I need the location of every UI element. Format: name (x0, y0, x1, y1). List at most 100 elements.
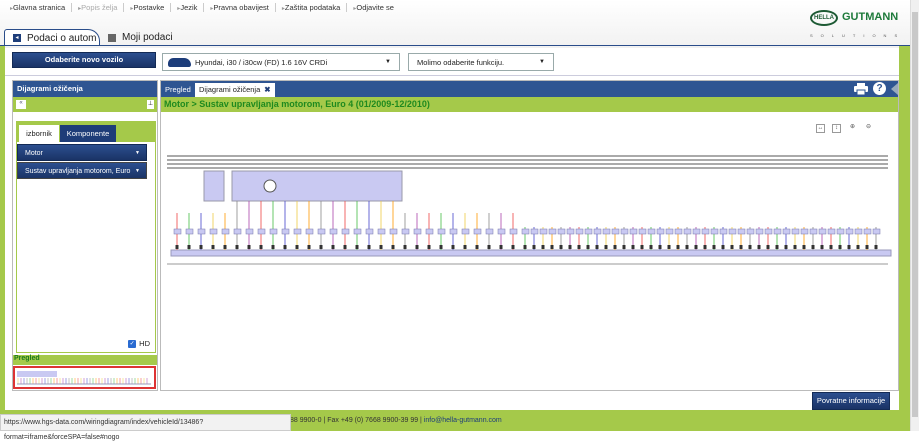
pin (559, 245, 563, 249)
nav-home[interactable]: Glavna stranica (4, 3, 71, 12)
menu-motor[interactable]: Motor ▼ (17, 144, 147, 161)
main-tabs: Pregled Dijagrami ožičenja ✖ ? (161, 81, 898, 97)
tab-my-data[interactable]: Moji podaci (100, 29, 173, 46)
connector (683, 228, 692, 235)
pin (784, 245, 788, 249)
pin (271, 245, 275, 249)
zoom-in-icon[interactable]: ⊕ (848, 124, 857, 133)
pin (499, 245, 503, 249)
connector (389, 228, 398, 235)
connector (854, 228, 863, 235)
pin (793, 245, 797, 249)
connector (575, 228, 584, 235)
pin (487, 245, 491, 249)
pin (511, 245, 515, 249)
pin (175, 245, 179, 249)
email-link[interactable]: info@hella-gutmann.com (424, 417, 502, 424)
checkbox-checked-icon: ✓ (128, 339, 137, 348)
connector (863, 228, 872, 235)
connector (620, 228, 629, 235)
print-icon[interactable] (854, 83, 868, 95)
divider (0, 45, 910, 46)
preview-thumbnail[interactable] (13, 366, 156, 389)
collapse-arrow-icon[interactable] (891, 83, 898, 95)
pin (550, 245, 554, 249)
tab-vehicle-data[interactable]: ◂ Podaci o automobilu (4, 29, 100, 46)
pin (676, 245, 680, 249)
connector (461, 228, 470, 235)
pin (235, 245, 239, 249)
zoom-out-icon[interactable]: ⊖ (864, 124, 873, 133)
tab-wiring-diagrams[interactable]: Dijagrami ožičenja ✖ (195, 83, 275, 97)
status-bar-url: https://www.hgs-data.com/wiringdiagram/i… (0, 414, 291, 441)
pin (685, 245, 689, 249)
tab-components[interactable]: Komponente (60, 125, 116, 142)
connector (548, 228, 557, 235)
select-new-vehicle-button[interactable]: Odaberite novo vozilo (12, 52, 156, 68)
wiring-diagram[interactable] (163, 141, 898, 341)
scrollbar[interactable] (910, 0, 919, 431)
pin (595, 245, 599, 249)
nav-settings[interactable]: Postavke (123, 3, 170, 12)
vehicle-select[interactable]: Hyundai, i30 / i30cw (FD) 1.6 16V CRDi ▼ (162, 53, 400, 71)
connector (584, 228, 593, 235)
menu-engine-management[interactable]: Sustav upravljanja motorom, Euro ▼ (17, 162, 147, 179)
pin (847, 245, 851, 249)
connector (629, 228, 638, 235)
pin (568, 245, 572, 249)
main-panel: Pregled Dijagrami ožičenja ✖ ? Motor > Su… (160, 80, 899, 391)
connector (197, 228, 206, 235)
feedback-button[interactable]: Povratne informacije (812, 392, 890, 410)
nav-privacy[interactable]: Zaštita podataka (274, 3, 346, 12)
connector (737, 228, 746, 235)
car-icon (168, 58, 191, 67)
connector (611, 228, 620, 235)
fit-height-icon[interactable]: ↕ (832, 124, 841, 133)
help-icon[interactable]: ? (873, 82, 886, 95)
close-icon[interactable]: ✖ (264, 85, 270, 94)
pin (199, 245, 203, 249)
connector (437, 228, 446, 235)
connector (269, 228, 278, 235)
connector (809, 228, 818, 235)
tab-overview[interactable]: Pregled (161, 83, 195, 97)
pin (439, 245, 443, 249)
footer-contact: 88 9900-0 | Fax +49 (0) 7668 9900-39 99 … (290, 417, 502, 424)
engine-control-unit (231, 170, 403, 202)
preview-diagram (17, 371, 151, 385)
breadcrumb: Motor > Sustav upravljanja motorom, Euro… (161, 97, 898, 112)
left-toolbar: « ⊥ (13, 97, 157, 112)
pin (379, 245, 383, 249)
connector (773, 228, 782, 235)
hd-checkbox[interactable]: ✓ HD (128, 339, 150, 348)
connector (473, 228, 482, 235)
pin-icon[interactable]: ⊥ (147, 100, 154, 109)
connector (365, 228, 374, 235)
nav-logout[interactable]: Odjavite se (346, 3, 400, 12)
nav-legal[interactable]: Pravna obavijest (203, 3, 274, 12)
tab-label: Moji podaci (122, 32, 173, 43)
pin (295, 245, 299, 249)
fit-width-icon[interactable]: ↔ (816, 124, 825, 133)
tab-menu[interactable]: izbornik (19, 125, 59, 142)
connector (566, 228, 575, 235)
pin (658, 245, 662, 249)
pin (748, 245, 752, 249)
connector (593, 228, 602, 235)
collapse-button[interactable]: « (16, 100, 26, 109)
pin (604, 245, 608, 249)
function-select[interactable]: Molimo odaberite funkciju. ▼ (408, 53, 554, 71)
pin (355, 245, 359, 249)
nav-language[interactable]: Jezik (170, 3, 203, 12)
pin (586, 245, 590, 249)
scrollbar-thumb[interactable] (912, 12, 918, 417)
connector (509, 228, 518, 235)
relay-module (203, 170, 225, 202)
connector (425, 228, 434, 235)
connector (353, 228, 362, 235)
connector (317, 228, 326, 235)
logo-solutions: SOLUTIONS (810, 33, 906, 38)
pin (391, 245, 395, 249)
footer-text: 88 9900-0 | Fax +49 (0) 7668 9900-39 99 … (290, 417, 424, 424)
connector (497, 228, 506, 235)
